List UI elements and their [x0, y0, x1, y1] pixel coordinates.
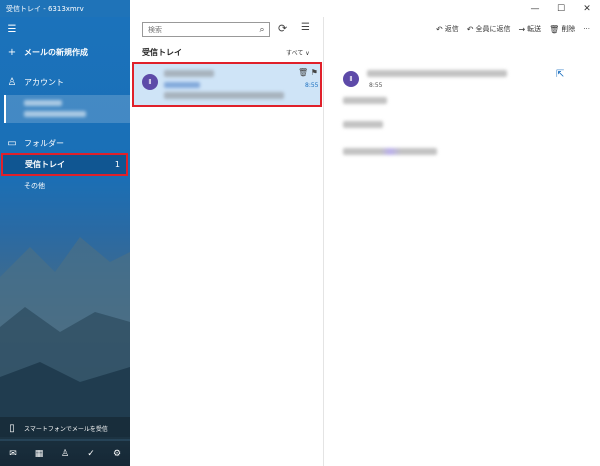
reply-label: 返信: [444, 25, 459, 33]
delete-button[interactable]: 🗑 削除: [549, 24, 575, 34]
folder-item-other[interactable]: その他: [0, 179, 130, 193]
plus-icon: +: [7, 46, 17, 58]
other-label: その他: [24, 182, 45, 190]
reading-pane: ↶ 返信 ↶ 全員に返信 → 転送 🗑 削除 ··· Ⅱ 8:55 ⇱: [325, 17, 600, 466]
search-icon[interactable]: ⌕: [255, 25, 269, 35]
popout-icon[interactable]: ⇱: [556, 69, 564, 80]
folders-button[interactable]: ▭ フォルダー: [0, 135, 130, 151]
inbox-label: 受信トレイ: [25, 160, 65, 169]
account-item[interactable]: [4, 95, 130, 123]
delete-flag-actions[interactable]: 🗑 ⚑: [298, 68, 318, 77]
search-box: ⌕: [142, 22, 270, 37]
received-time: 8:55: [369, 82, 383, 89]
forward-label: 転送: [527, 25, 542, 33]
forward-icon: →: [518, 24, 526, 34]
people-icon[interactable]: ♙: [55, 449, 75, 459]
hamburger-icon: ☰: [7, 23, 17, 35]
reply-all-button[interactable]: ↶ 全員に返信: [467, 24, 511, 34]
phone-label: スマートフォンでメールを受信: [24, 425, 108, 433]
mail-icon[interactable]: ✉: [3, 449, 23, 459]
reading-toolbar: ↶ 返信 ↶ 全員に返信 → 転送 🗑 削除 ···: [325, 22, 600, 36]
search-input[interactable]: [148, 25, 255, 34]
get-mail-on-phone-button[interactable]: ▯ スマートフォンでメールを受信: [0, 417, 130, 439]
calendar-icon[interactable]: ▦: [29, 449, 49, 459]
background-mountain-image: [0, 237, 130, 437]
reply-icon: ↶: [436, 24, 443, 34]
accounts-label: アカウント: [24, 77, 64, 87]
reply-button[interactable]: ↶ 返信: [436, 24, 459, 34]
unread-count-badge: 1: [114, 160, 120, 169]
forward-button[interactable]: → 転送: [518, 24, 541, 34]
trash-icon: 🗑: [549, 24, 560, 34]
account-name-redacted: [24, 100, 62, 106]
select-mode-icon[interactable]: ☰: [301, 22, 310, 33]
new-mail-button[interactable]: + メールの新規作成: [0, 43, 130, 61]
window-title: 受信トレイ - 6313xmrv: [0, 0, 130, 17]
body-line-redacted: [343, 121, 383, 128]
body-line-redacted: [343, 97, 387, 104]
subject-redacted: [164, 82, 200, 88]
window-controls: — ☐ ✕: [130, 0, 600, 17]
title-bar: 受信トレイ - 6313xmrv — ☐ ✕: [0, 0, 600, 17]
phone-icon: ▯: [9, 422, 15, 434]
sender-address-redacted: [367, 70, 507, 77]
close-button[interactable]: ✕: [574, 0, 600, 17]
app-switcher-bar: ✉ ▦ ♙ ✓ ⚙: [0, 441, 130, 466]
account-email-redacted: [24, 111, 86, 117]
more-actions-button[interactable]: ···: [583, 25, 590, 33]
sender-avatar-large: Ⅱ: [343, 71, 359, 87]
reply-all-label: 全員に返信: [475, 25, 511, 33]
folder-icon: ▭: [7, 137, 17, 149]
body-line-redacted: [343, 148, 437, 155]
list-title: 受信トレイ: [142, 48, 182, 57]
person-icon: ♙: [7, 76, 17, 88]
todo-icon[interactable]: ✓: [81, 449, 101, 459]
message-list-pane: ⌕ ⟳ ☰ 受信トレイ すべて ∨ Ⅱ 🗑 ⚑ 8:55: [130, 17, 324, 466]
preview-redacted: [164, 92, 284, 99]
sender-avatar: Ⅱ: [142, 74, 158, 90]
folders-label: フォルダー: [24, 138, 64, 148]
filter-dropdown[interactable]: すべて ∨: [286, 48, 310, 57]
sync-icon[interactable]: ⟳: [278, 22, 287, 35]
minimize-button[interactable]: —: [522, 0, 548, 17]
maximize-button[interactable]: ☐: [548, 0, 574, 17]
delete-label: 削除: [561, 25, 576, 33]
sender-name-redacted: [164, 70, 214, 77]
settings-icon[interactable]: ⚙: [107, 449, 127, 459]
sidebar: ☰ + メールの新規作成 ♙ アカウント ▭ フォルダー 受信トレイ 1 その他…: [0, 17, 130, 466]
message-time: 8:55: [305, 82, 319, 89]
accounts-button[interactable]: ♙ アカウント: [0, 73, 130, 91]
message-list-item[interactable]: Ⅱ 🗑 ⚑ 8:55: [132, 62, 322, 107]
folder-item-inbox[interactable]: 受信トレイ 1: [1, 153, 128, 176]
new-mail-label: メールの新規作成: [24, 47, 88, 57]
reply-all-icon: ↶: [466, 24, 474, 34]
menu-button[interactable]: ☰: [0, 21, 130, 37]
